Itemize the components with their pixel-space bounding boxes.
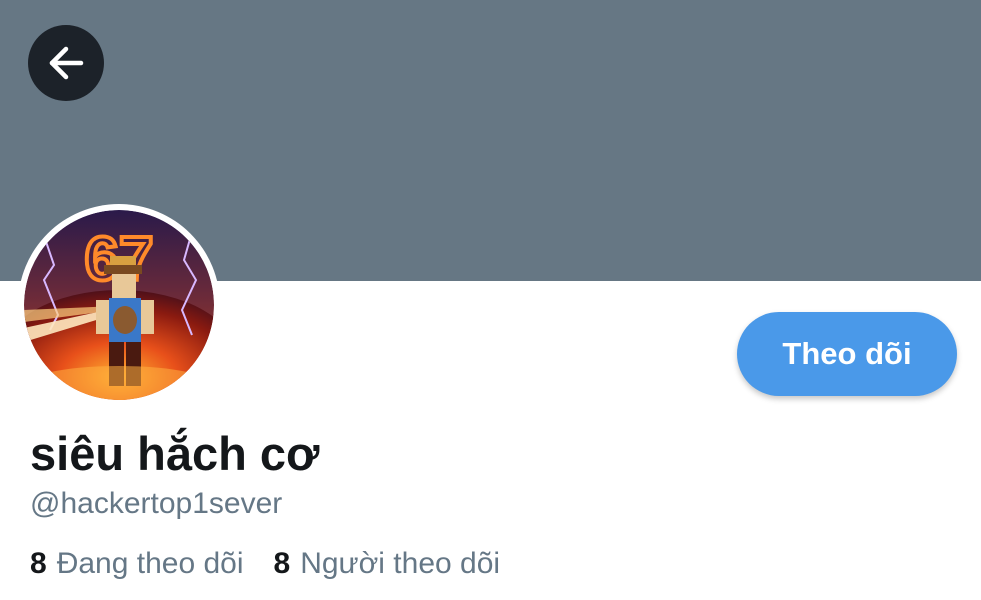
followers-count: 8 — [273, 547, 291, 580]
arrow-left-icon — [49, 46, 84, 80]
following-stat[interactable]: 8 Đang theo dõi — [30, 544, 244, 584]
followers-stat[interactable]: 8 Người theo dõi — [274, 544, 501, 584]
profile-page: 67 Theo dõi siêu hắch cơ @hackertop1seve… — [0, 0, 981, 600]
following-count: 8 — [30, 547, 47, 580]
username: @hackertop1sever — [30, 487, 283, 520]
follow-stats: 8 Đang theo dõi 8 Người theo dõi — [30, 544, 500, 584]
following-label: Đang theo dõi — [56, 547, 244, 580]
display-name: siêu hắch cơ — [30, 427, 320, 480]
follow-button[interactable]: Theo dõi — [737, 312, 957, 396]
followers-label: Người theo dõi — [300, 547, 501, 580]
back-button[interactable] — [28, 25, 104, 101]
avatar-frame[interactable]: 67 — [18, 204, 220, 406]
avatar[interactable]: 67 — [24, 210, 214, 400]
